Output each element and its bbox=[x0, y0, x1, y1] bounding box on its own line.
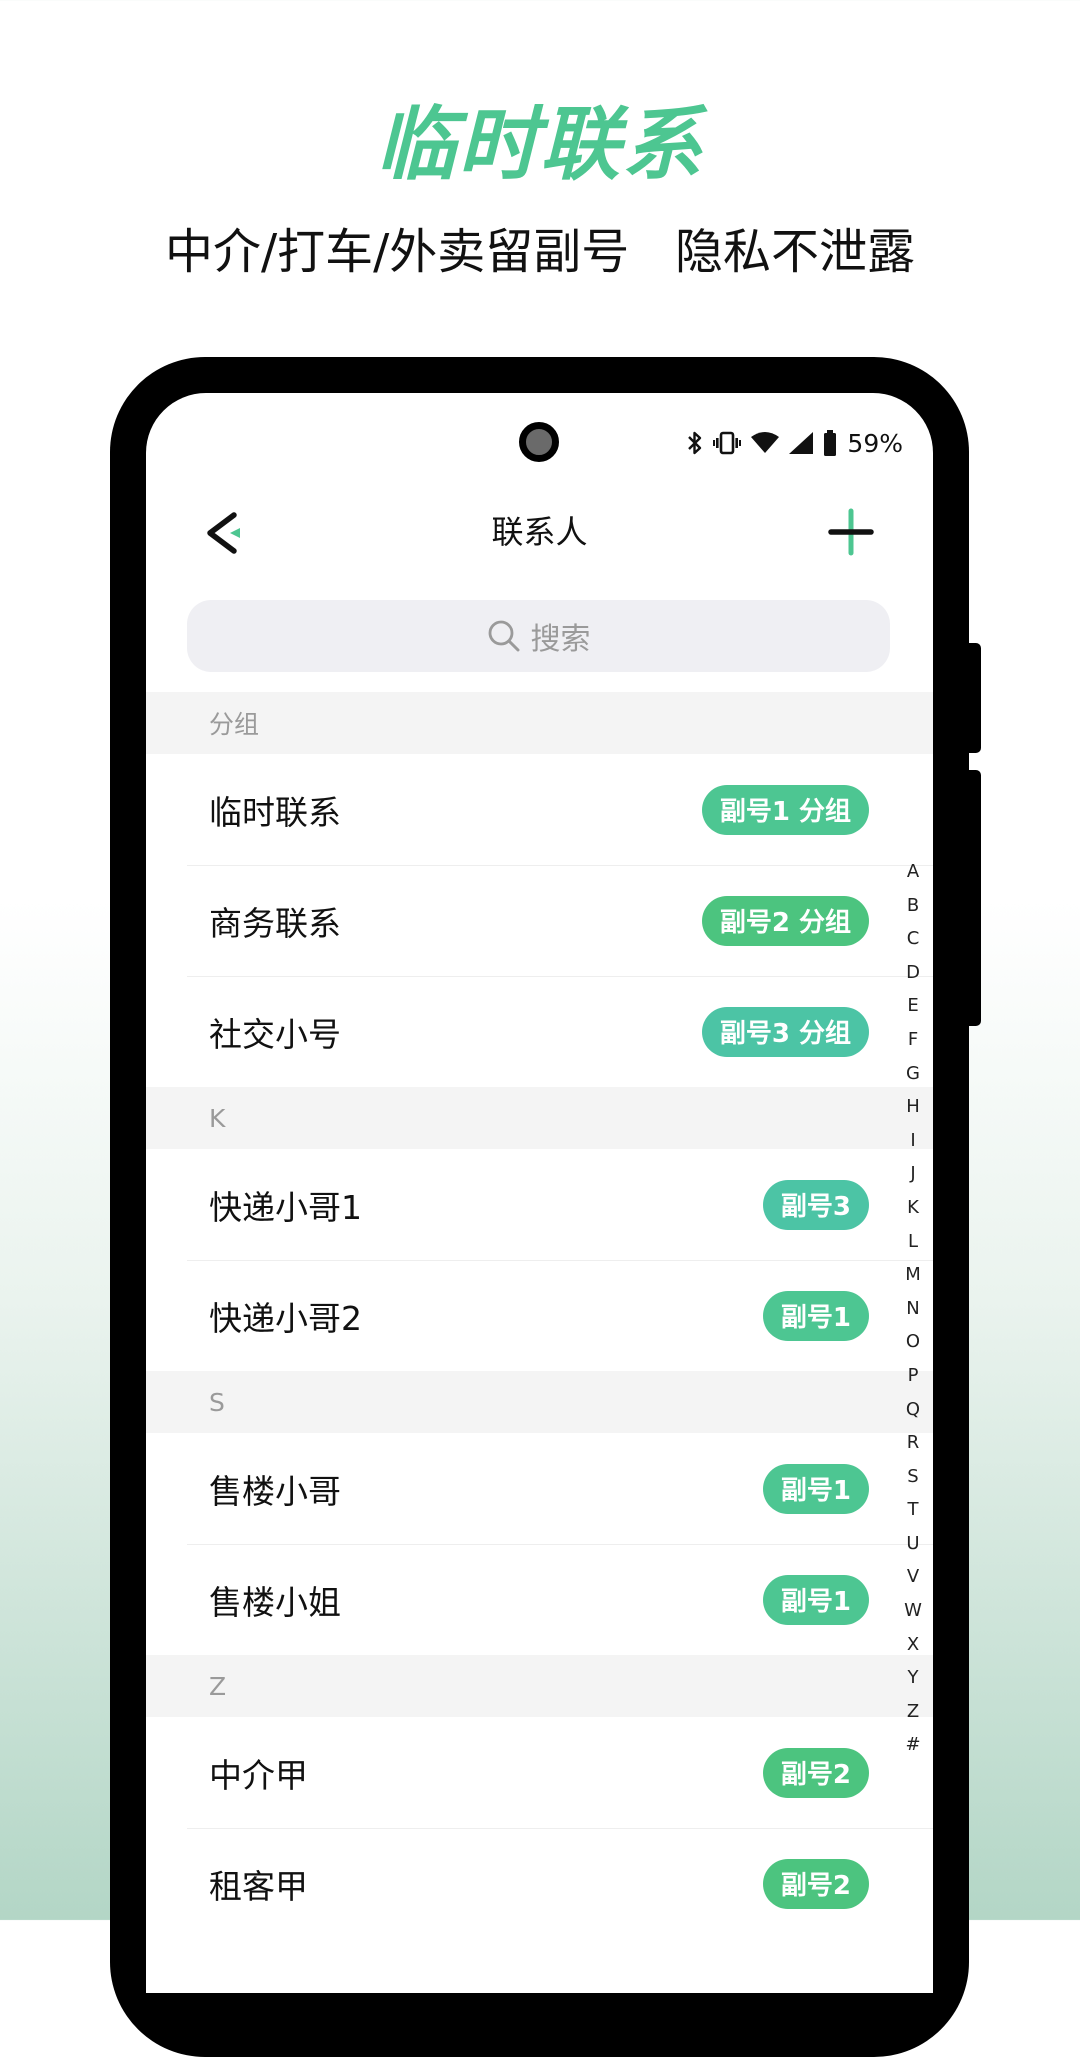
index-letter[interactable]: P bbox=[908, 1359, 919, 1393]
list-item[interactable]: 售楼小姐 副号1 bbox=[146, 1544, 933, 1655]
battery-icon bbox=[823, 430, 837, 456]
phone-screen: 59% 联系人 搜索 分组 临时联系 副号1 分组 商务联系 副号2 分组 社交… bbox=[146, 393, 933, 1993]
number-badge: 副号2 分组 bbox=[701, 895, 869, 946]
contact-name: 快递小哥1 bbox=[209, 1187, 362, 1227]
section-header-s: S bbox=[146, 1371, 933, 1433]
index-letter[interactable]: Y bbox=[908, 1661, 919, 1695]
plus-icon bbox=[828, 508, 874, 556]
list-item[interactable]: 商务联系 副号2 分组 bbox=[146, 865, 933, 976]
index-letter[interactable]: A bbox=[907, 855, 919, 889]
list-item[interactable]: 租客甲 副号2 bbox=[146, 1828, 933, 1939]
contact-name: 临时联系 bbox=[209, 792, 341, 832]
index-letter[interactable]: Q bbox=[906, 1393, 920, 1427]
index-letter[interactable]: X bbox=[907, 1628, 919, 1662]
index-letter[interactable]: M bbox=[905, 1258, 921, 1292]
index-letter[interactable]: W bbox=[904, 1594, 922, 1628]
index-letter[interactable]: E bbox=[907, 989, 918, 1023]
number-badge: 副号1 bbox=[762, 1463, 869, 1514]
list-item[interactable]: 快递小哥2 副号1 bbox=[146, 1260, 933, 1371]
index-letter[interactable]: V bbox=[907, 1560, 919, 1594]
contact-list: 分组 临时联系 副号1 分组 商务联系 副号2 分组 社交小号 副号3 分组 K… bbox=[146, 692, 933, 1939]
index-letter[interactable]: J bbox=[910, 1157, 915, 1191]
bluetooth-icon bbox=[687, 430, 703, 456]
number-badge: 副号1 分组 bbox=[701, 784, 869, 835]
index-letter[interactable]: T bbox=[908, 1493, 919, 1527]
index-letter[interactable]: G bbox=[906, 1057, 920, 1091]
hero-title: 临时联系 bbox=[376, 98, 704, 191]
list-item[interactable]: 售楼小哥 副号1 bbox=[146, 1433, 933, 1544]
number-badge: 副号2 bbox=[762, 1858, 869, 1909]
battery-percentage: 59% bbox=[847, 428, 903, 458]
contact-name: 中介甲 bbox=[209, 1755, 308, 1795]
alphabet-index-bar[interactable]: A B C D E F G H I J K L M N O P Q R S T U V W X Y Z # bbox=[901, 855, 925, 1762]
index-letter[interactable]: # bbox=[905, 1728, 920, 1762]
index-letter[interactable]: S bbox=[907, 1460, 918, 1494]
list-item[interactable]: 社交小号 副号3 分组 bbox=[146, 976, 933, 1087]
list-item[interactable]: 临时联系 副号1 分组 bbox=[146, 754, 933, 865]
number-badge: 副号3 bbox=[762, 1179, 869, 1230]
list-item[interactable]: 中介甲 副号2 bbox=[146, 1717, 933, 1828]
contact-name: 售楼小姐 bbox=[209, 1582, 341, 1622]
search-placeholder: 搜索 bbox=[530, 622, 591, 657]
contact-name: 快递小哥2 bbox=[209, 1298, 362, 1338]
cell-signal-icon bbox=[789, 432, 814, 454]
add-contact-button[interactable] bbox=[826, 507, 876, 557]
wifi-icon bbox=[751, 432, 780, 454]
index-letter[interactable]: F bbox=[908, 1023, 918, 1057]
status-bar: 59% bbox=[687, 425, 903, 461]
phone-side-button-power bbox=[969, 770, 981, 1026]
index-letter[interactable]: L bbox=[908, 1225, 918, 1259]
number-badge: 副号1 bbox=[762, 1290, 869, 1341]
contact-name: 租客甲 bbox=[209, 1866, 308, 1906]
contact-name: 社交小号 bbox=[209, 1014, 341, 1054]
number-badge: 副号1 bbox=[762, 1574, 869, 1625]
index-letter[interactable]: B bbox=[907, 889, 919, 923]
page-title: 联系人 bbox=[491, 513, 588, 551]
index-letter[interactable]: Z bbox=[907, 1695, 919, 1729]
index-letter[interactable]: C bbox=[907, 922, 920, 956]
number-badge: 副号3 分组 bbox=[701, 1006, 869, 1057]
section-header-groups: 分组 bbox=[146, 692, 933, 754]
camera-icon bbox=[519, 422, 559, 462]
search-icon bbox=[488, 620, 519, 652]
search-input[interactable]: 搜索 bbox=[187, 600, 890, 672]
phone-side-button-volume bbox=[969, 643, 981, 753]
section-header-z: Z bbox=[146, 1655, 933, 1717]
index-letter[interactable]: O bbox=[906, 1325, 920, 1359]
section-header-k: K bbox=[146, 1087, 933, 1149]
index-letter[interactable]: I bbox=[910, 1124, 915, 1158]
index-letter[interactable]: K bbox=[907, 1191, 919, 1225]
contact-name: 商务联系 bbox=[209, 903, 341, 943]
index-letter[interactable]: N bbox=[906, 1292, 919, 1326]
number-badge: 副号2 bbox=[762, 1747, 869, 1798]
contact-name: 售楼小哥 bbox=[209, 1471, 341, 1511]
index-letter[interactable]: R bbox=[907, 1426, 920, 1460]
hero-subtitle: 中介/打车/外卖留副号 隐私不泄露 bbox=[164, 224, 916, 280]
vibrate-icon bbox=[713, 430, 742, 456]
index-letter[interactable]: H bbox=[906, 1090, 920, 1124]
index-letter[interactable]: U bbox=[906, 1527, 919, 1561]
index-letter[interactable]: D bbox=[906, 956, 920, 990]
list-item[interactable]: 快递小哥1 副号3 bbox=[146, 1149, 933, 1260]
